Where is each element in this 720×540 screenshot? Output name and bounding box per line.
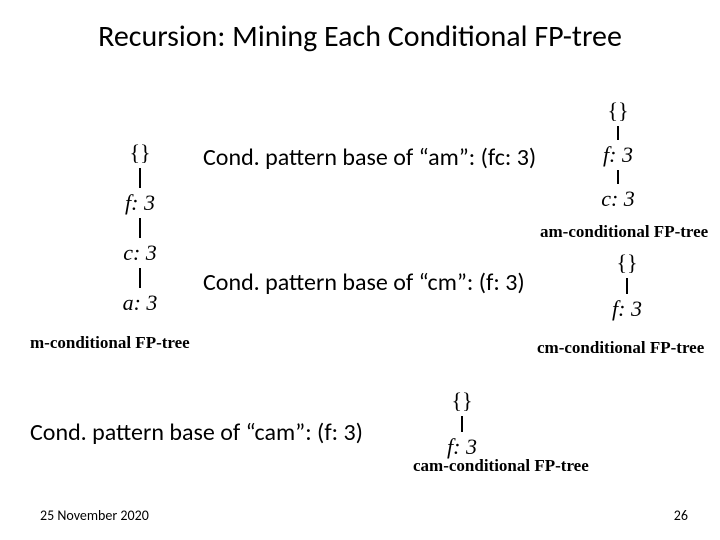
page-title: Recursion: Mining Each Conditional FP-tr… (0, 18, 720, 55)
connector-icon (617, 170, 619, 184)
tree-cam: {} f: 3 (432, 388, 492, 460)
connector-icon (139, 218, 141, 238)
cond-text-cm: Cond. pattern base of “cm”: (f: 3) (203, 268, 525, 297)
cond-text-cam: Cond. pattern base of “cam”: (f: 3) (30, 418, 363, 447)
tree-m: {} f: 3 c: 3 a: 3 (110, 140, 170, 316)
tree-am: {} f: 3 c: 3 (588, 98, 648, 212)
connector-icon (626, 278, 628, 294)
tree-am-caption: am-conditional FP-tree (540, 222, 708, 242)
tree-cm-node-f: f: 3 (597, 296, 657, 322)
connector-icon (139, 168, 141, 188)
cond-text-am: Cond. pattern base of “am”: (fc: 3) (203, 143, 536, 172)
tree-am-node-c: c: 3 (588, 186, 648, 212)
tree-cm-root: {} (597, 250, 657, 276)
tree-m-node-c: c: 3 (110, 240, 170, 266)
connector-icon (139, 268, 141, 288)
tree-am-node-f: f: 3 (588, 142, 648, 168)
tree-cm: {} f: 3 (597, 250, 657, 322)
tree-cam-root: {} (432, 388, 492, 414)
tree-cm-caption: cm-conditional FP-tree (537, 338, 704, 358)
tree-am-root: {} (588, 98, 648, 124)
tree-cam-caption: cam-conditional FP-tree (413, 456, 589, 476)
connector-icon (461, 416, 463, 432)
footer-page-number: 26 (674, 507, 688, 524)
tree-m-node-f: f: 3 (110, 190, 170, 216)
tree-m-caption: m-conditional FP-tree (30, 333, 190, 353)
tree-m-node-a: a: 3 (110, 290, 170, 316)
connector-icon (617, 126, 619, 140)
footer-date: 25 November 2020 (40, 507, 149, 524)
tree-m-root: {} (110, 140, 170, 166)
